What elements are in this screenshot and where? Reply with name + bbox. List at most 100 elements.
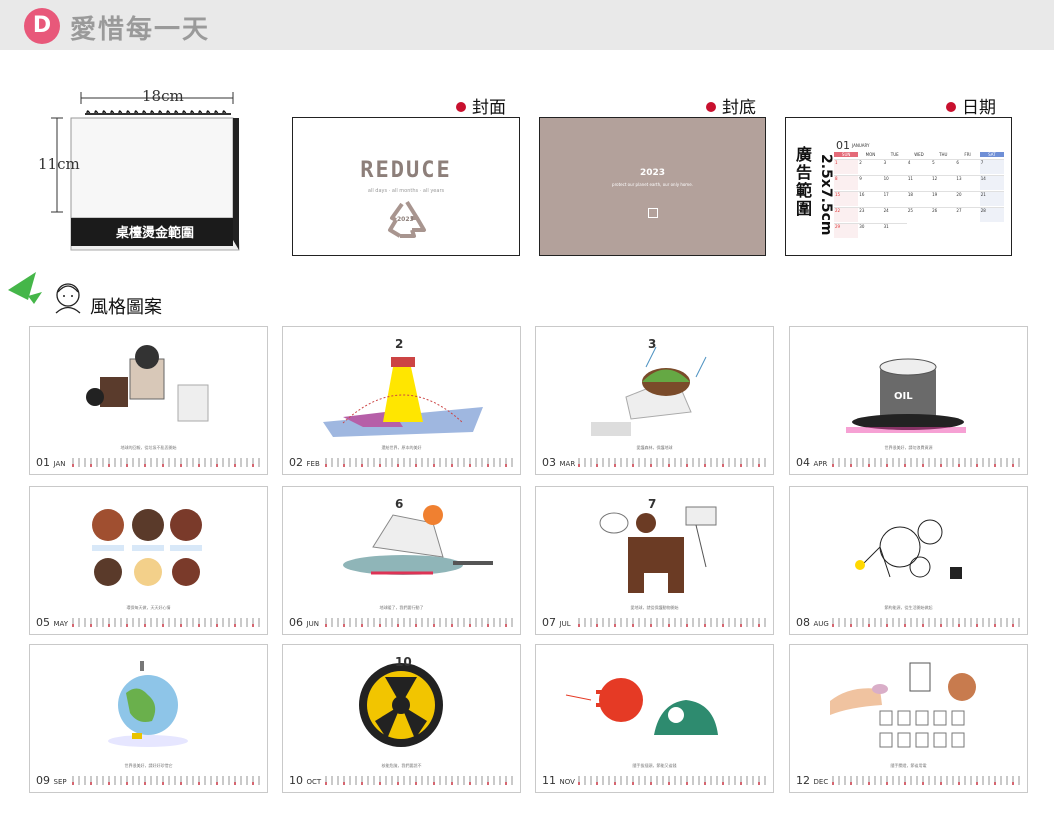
logo-icon: [648, 208, 658, 218]
month-number: 07: [542, 616, 556, 629]
oil-text: OIL: [894, 391, 913, 402]
cover-panel: REDUCE all days · all months · all years…: [292, 117, 520, 256]
month-caption: 還給世界，原本的美好: [381, 445, 422, 450]
month-card: OIL 世界很美好，請勿浪費資源 04 APR: [789, 326, 1028, 475]
month-name: APR: [813, 460, 828, 468]
cover-year: 2023: [397, 216, 414, 223]
weekend-strip: [832, 782, 1022, 785]
month-label: 09 SEP: [36, 774, 67, 787]
month-name: SEP: [53, 778, 67, 786]
weekend-strip: [72, 464, 262, 467]
date-cell: 9: [858, 175, 883, 190]
date-panel: 廣告範圍 2.5x7.5cm 01 JANUARY SUN MON TUE WE…: [785, 117, 1012, 256]
month-name: NOV: [559, 778, 575, 786]
month-card: 3 愛護森林，保護地球 03 MAR: [535, 326, 774, 475]
month-badge: 7: [648, 497, 657, 511]
date-cell: 24: [882, 207, 907, 222]
date-cell: 14: [979, 175, 1004, 190]
cover-section-label: 封面: [456, 93, 506, 118]
date-cell: 25: [906, 207, 932, 222]
cover-tagline: all days · all months · all years: [367, 188, 445, 194]
month-number: 08: [796, 616, 810, 629]
month-label: 11 NOV: [542, 774, 575, 787]
date-cell: 30: [858, 223, 883, 238]
weekend-strip: [325, 624, 515, 627]
date-cell: 27: [955, 207, 980, 222]
month-card: 地球的回報，從垃圾不亂丟開始 01 JAN: [29, 326, 268, 475]
month-label: 08 AUG: [796, 616, 829, 629]
month-label: 03 MAR: [542, 456, 575, 469]
date-cell: 21: [979, 191, 1004, 206]
weekend-strip: [832, 464, 1022, 467]
month-badge: 2: [395, 337, 404, 351]
month-caption: 節約能源，從生活開始做起: [884, 605, 933, 610]
date-cell: 3: [882, 159, 907, 174]
date-cell: 7: [979, 159, 1004, 174]
date-cell: 1: [834, 159, 859, 174]
back-year: 2023: [639, 168, 666, 178]
triangle-decor-icon: [8, 272, 42, 304]
weekend-strip: [72, 782, 262, 785]
month-number: 02: [289, 456, 303, 469]
header-bar: D 愛惜每一天: [0, 0, 1054, 50]
weekend-strip: [325, 782, 515, 785]
date-cell: 15: [834, 191, 859, 206]
date-cell: 31: [882, 223, 907, 238]
month-caption: 隨手關燈，節省用電: [890, 763, 927, 768]
month-number: 06: [289, 616, 303, 629]
month-name: JAN: [53, 460, 66, 468]
print-area-label: 桌檯燙金範圍: [115, 226, 194, 241]
month-badge: 3: [648, 337, 657, 351]
date-cell: 13: [955, 175, 980, 190]
weekday-row: SUN MON TUE WED THU FRI SAT: [834, 152, 1004, 157]
month-caption: 世界很美好，請好好珍惜它: [124, 763, 173, 768]
month-card: 10 核能危險，我們要說不 10 OCT: [282, 644, 521, 793]
month-number: 04: [796, 456, 810, 469]
month-illustration: [86, 345, 209, 422]
month-caption: 核能危險，我們要說不: [381, 763, 422, 768]
month-name: MAY: [53, 620, 69, 628]
month-illustration: [855, 519, 962, 579]
date-cell: 22: [834, 207, 859, 222]
month-illustration: OIL: [846, 358, 966, 433]
month-card: 2 還給世界，原本的美好 02 FEB: [282, 326, 521, 475]
month-label: 10 OCT: [289, 774, 321, 787]
date-grid: 1 2 3 4 5 6 7 8 9 10 11 12 13 14 15 16 17 18 19 20 21 22 23 24 2…: [834, 159, 1004, 238]
date-cell: 20: [955, 191, 980, 206]
style-section-title: 風格圖案: [90, 297, 162, 318]
month-number: 05: [36, 616, 50, 629]
date-cell: 18: [906, 191, 932, 206]
date-cell: 23: [858, 207, 883, 222]
month-card: 環保每天做，天天好心情 05 MAY: [29, 486, 268, 635]
width-label: 18cm: [142, 87, 184, 105]
date-cell: 5: [931, 159, 956, 174]
date-cell: 29: [834, 223, 859, 238]
date-cell: 10: [882, 175, 907, 190]
month-caption: 環保每天做，天天好心情: [126, 605, 171, 610]
ad-size-label: 2.5x7.5cm: [818, 154, 834, 236]
month-number: 03: [542, 456, 556, 469]
date-cell: 8: [834, 175, 859, 190]
date-cell: 28: [979, 207, 1004, 222]
month-label: 12 DEC: [796, 774, 828, 787]
month-label: 02 FEB: [289, 456, 320, 469]
date-cell: 6: [955, 159, 980, 174]
month-label: 05 MAY: [36, 616, 68, 629]
weekend-strip: [578, 782, 768, 785]
bullet-icon: [706, 102, 716, 112]
month-caption: 地球暖了，我們要行動了: [379, 605, 424, 610]
date-cell: 12: [931, 175, 956, 190]
date-cell: 16: [858, 191, 883, 206]
weekend-strip: [578, 464, 768, 467]
month-label: 07 JUL: [542, 616, 571, 629]
month-illustration: [830, 662, 976, 748]
month-illustration: [92, 509, 202, 586]
month-name: JUN: [306, 620, 319, 628]
height-label: 11cm: [38, 155, 80, 173]
month-name: JUL: [559, 620, 571, 628]
date-month-number: 01: [836, 139, 850, 152]
cover-word: REDUCE: [360, 158, 452, 183]
month-card: 世界很美好，請好好珍惜它 09 SEP: [29, 644, 268, 793]
weekend-strip: [325, 464, 515, 467]
date-month-name: JANUARY: [852, 143, 870, 148]
